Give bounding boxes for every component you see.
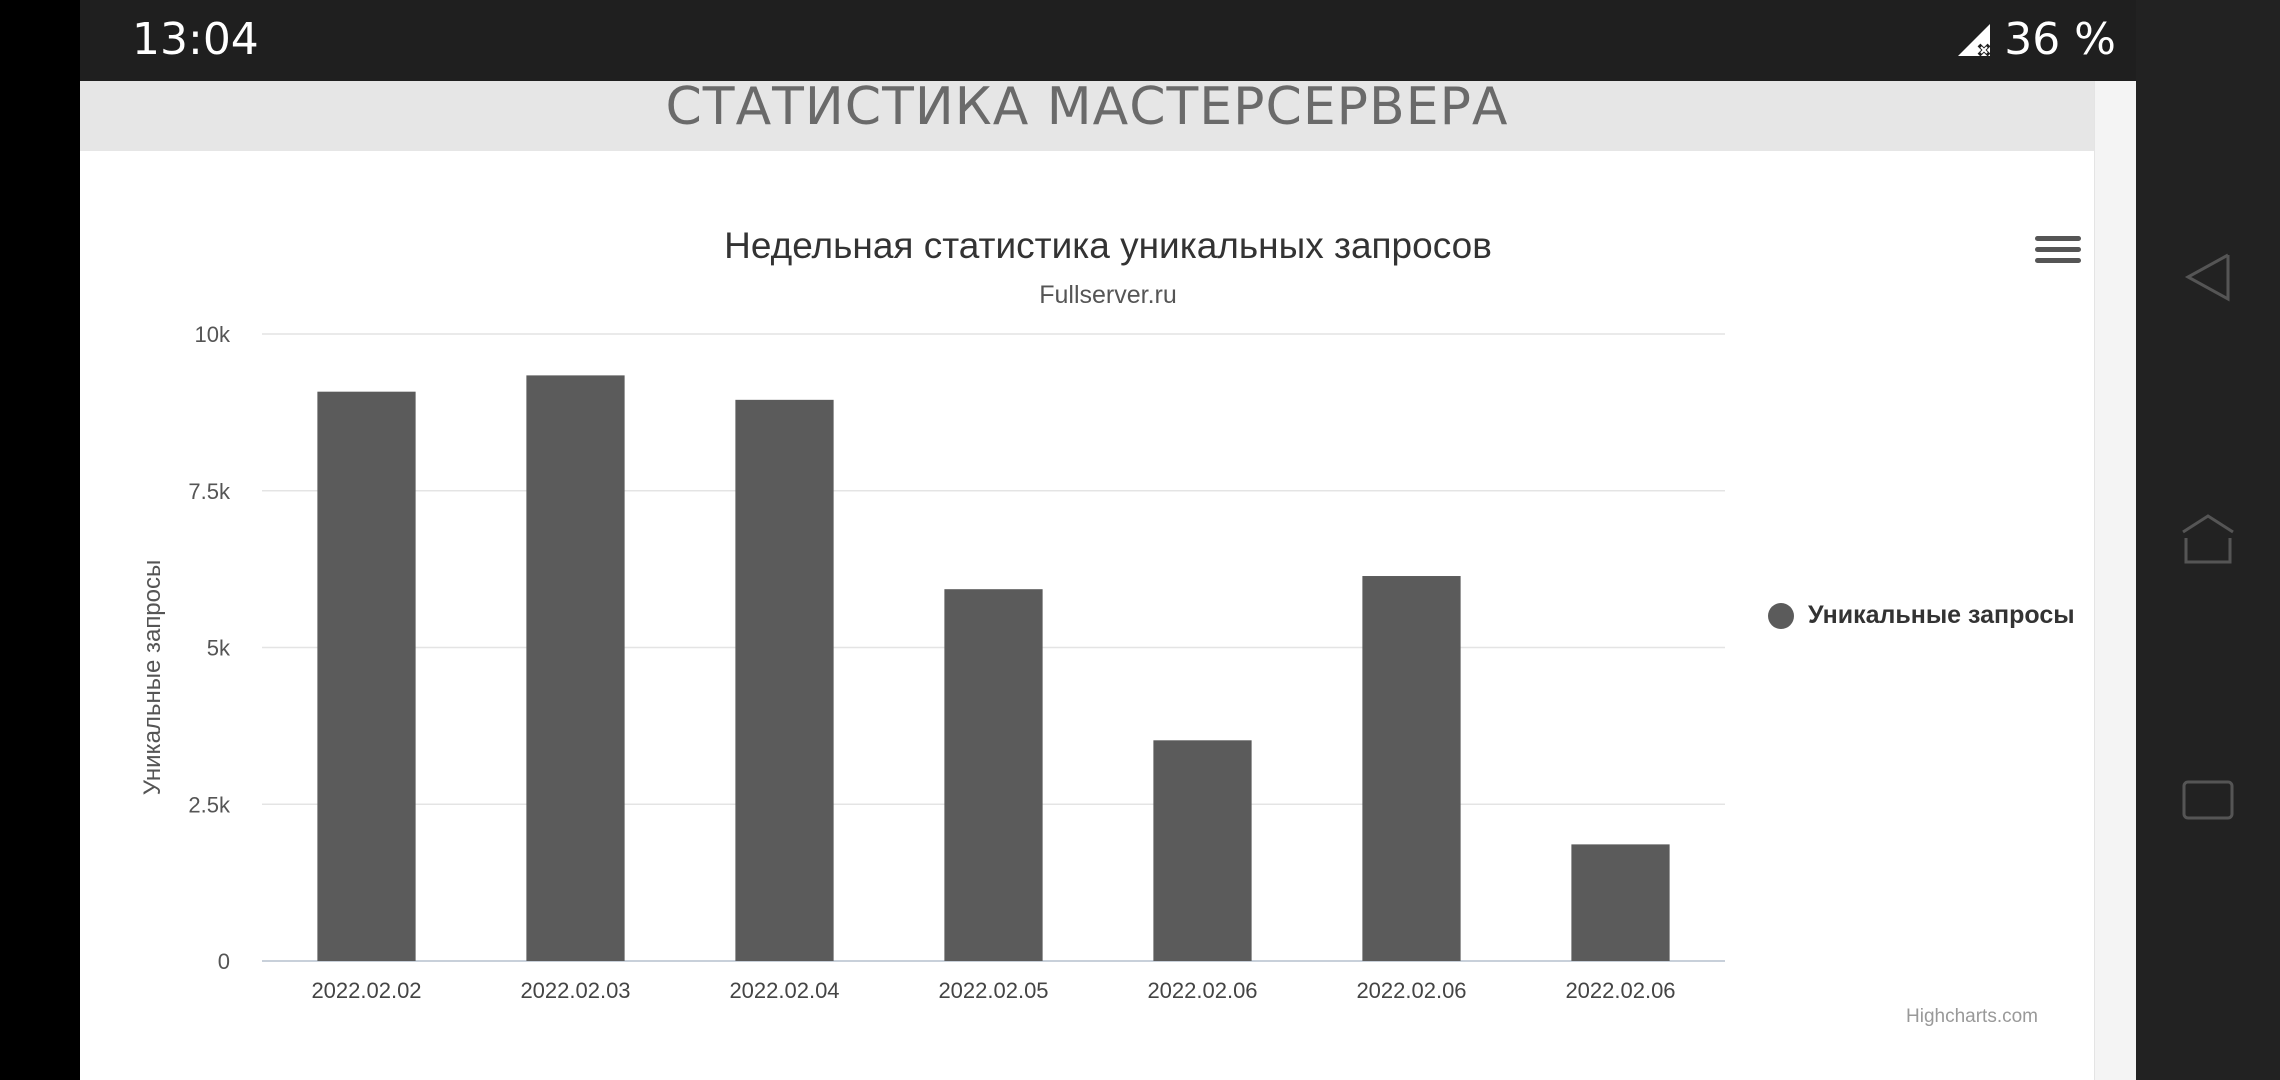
bar-chart: 02.5k5k7.5k10k 2022.02.02 2022.02.03 2022.… xyxy=(139,322,1725,1003)
phone-screen: 13:04 36 % СТАТИСТИКА МАСТЕРСЕРВЕРА Неде… xyxy=(0,0,2280,1080)
y-tick-label: 7.5k xyxy=(188,479,231,504)
x-tick-label: 2022.02.05 xyxy=(938,978,1048,1003)
bar[interactable] xyxy=(317,391,416,962)
back-button[interactable] xyxy=(2178,247,2238,307)
legend-marker xyxy=(1768,602,1794,629)
x-tick-label: 2022.02.06 xyxy=(1356,978,1466,1003)
status-bar: 13:04 36 % xyxy=(80,0,2136,81)
credits-link[interactable]: Highcharts.com xyxy=(1906,1006,2038,1028)
bar[interactable] xyxy=(1153,740,1252,961)
bar[interactable] xyxy=(735,399,834,962)
legend-label: Уникальные запросы xyxy=(1808,601,2075,629)
signal-no-data-icon xyxy=(1958,23,1991,56)
back-icon xyxy=(2184,253,2230,302)
web-page: СТАТИСТИКА МАСТЕРСЕРВЕРА Недельная стати… xyxy=(80,81,2094,1080)
y-tick-label: 2.5k xyxy=(188,792,231,817)
status-time: 13:04 xyxy=(132,14,259,65)
recents-button[interactable] xyxy=(2178,770,2238,830)
legend-item[interactable]: Уникальные запросы xyxy=(1768,601,2075,630)
battery-level: 36 % xyxy=(2004,14,2116,65)
y-tick-label: 10k xyxy=(195,322,231,347)
navigation-bar xyxy=(2136,0,2280,1080)
bar[interactable] xyxy=(1571,844,1670,961)
home-icon xyxy=(2182,514,2234,564)
home-button[interactable] xyxy=(2178,510,2238,570)
page-scroll-strip xyxy=(2094,81,2137,1080)
y-tick-label: 0 xyxy=(218,949,230,974)
recents-icon xyxy=(2182,780,2234,820)
x-axis-ticks: 2022.02.02 2022.02.03 2022.02.04 2022.02.05… xyxy=(311,978,1675,1003)
x-tick-label: 2022.02.04 xyxy=(729,978,839,1003)
x-tick-label: 2022.02.02 xyxy=(311,978,421,1003)
status-icons: 36 % xyxy=(1954,14,2116,65)
y-tick-label: 5k xyxy=(207,636,231,661)
bar[interactable] xyxy=(526,375,625,962)
y-axis-title: Уникальные запросы xyxy=(139,560,166,796)
chart-bars xyxy=(317,375,1670,962)
bar[interactable] xyxy=(1362,576,1461,961)
x-tick-label: 2022.02.03 xyxy=(520,978,630,1003)
x-tick-label: 2022.02.06 xyxy=(1147,978,1257,1003)
y-axis-ticks: 0 2.5k 5k 7.5k 10k xyxy=(188,322,231,974)
bar[interactable] xyxy=(944,589,1043,961)
x-tick-label: 2022.02.06 xyxy=(1565,978,1675,1003)
